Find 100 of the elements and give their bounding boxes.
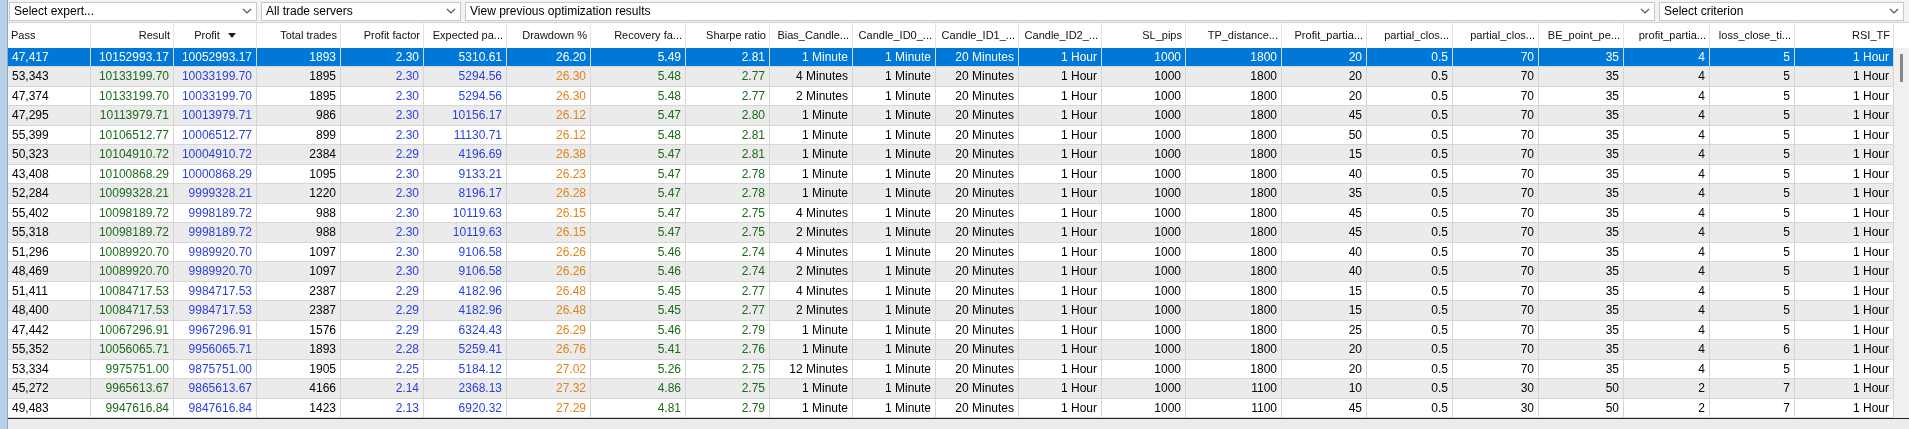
table-cell: 70 bbox=[1453, 359, 1539, 378]
table-row[interactable]: 52,284 10099328.21 9999328.21 1220 2.30 8196.17 26.28 5.47 2.78 1 Minute 1 Minute 20 Minutes 1 Hour 1000 1800 35 0.5 70 35 4 5 1 Hour bbox=[8, 184, 1894, 204]
table-cell: 45 bbox=[1282, 223, 1367, 242]
table-row[interactable]: 51,411 10084717.53 9984717.53 2387 2.29 4182.96 26.48 5.45 2.77 4 Minutes 1 Minute 20 Minutes 1 Hour 1000 1800 15 0.5 70 35 4 5 1 Hour bbox=[8, 281, 1894, 301]
column-header[interactable]: Candle_ID1_... bbox=[936, 23, 1019, 48]
column-header[interactable]: BE_point_pe... bbox=[1539, 23, 1624, 48]
column-header[interactable]: Total trades bbox=[257, 23, 341, 48]
table-cell: 70 bbox=[1453, 203, 1539, 222]
table-row[interactable]: 48,400 10084717.53 9984717.53 2387 2.29 4182.96 26.48 5.45 2.77 2 Minutes 1 Minute 20 Minutes 1 Hour 1000 1800 15 0.5 70 35 4 5 1 Hour bbox=[8, 301, 1894, 321]
table-cell: 10113979.71 bbox=[91, 106, 174, 125]
dropdown[interactable]: View previous optimization results bbox=[465, 1, 1655, 21]
table-row[interactable]: 47,295 10113979.71 10013979.71 986 2.30 10156.17 26.12 5.47 2.80 1 Minute 1 Minute 20 Minutes 1 Hour 1000 1800 45 0.5 70 35 4 5 1 Hour bbox=[8, 106, 1894, 126]
table-cell: 20 Minutes bbox=[936, 203, 1019, 222]
table-cell: 4 bbox=[1624, 67, 1710, 86]
table-cell: 48,469 bbox=[8, 262, 91, 281]
column-header[interactable]: Result bbox=[91, 23, 174, 48]
table-cell: 5.47 bbox=[591, 145, 686, 164]
table-cell: 26.48 bbox=[507, 301, 591, 320]
table-cell: 1800 bbox=[1186, 125, 1282, 144]
table-cell: 5 bbox=[1710, 86, 1795, 105]
table-row[interactable]: 48,469 10089920.70 9989920.70 1097 2.30 9106.58 26.26 5.46 2.74 2 Minutes 1 Minute 20 Minutes 1 Hour 1000 1800 40 0.5 70 35 4 5 1 Hour bbox=[8, 262, 1894, 282]
table-cell: 2368.13 bbox=[424, 379, 507, 398]
dropdown[interactable]: All trade servers bbox=[261, 1, 461, 21]
table-row[interactable]: 53,343 10133199.70 10033199.70 1895 2.30 5294.56 26.30 5.48 2.77 4 Minutes 1 Minute 20 Minutes 1 Hour 1000 1800 20 0.5 70 35 4 5 1 Hour bbox=[8, 67, 1894, 87]
column-header[interactable]: Profit factor bbox=[341, 23, 424, 48]
side-panel-tab[interactable] bbox=[0, 0, 8, 429]
column-header[interactable]: Pass bbox=[8, 23, 91, 48]
table-cell: 26.12 bbox=[507, 106, 591, 125]
table-cell: 5.47 bbox=[591, 106, 686, 125]
table-cell: 4 Minutes bbox=[770, 281, 853, 300]
chevron-down-icon bbox=[446, 8, 456, 14]
table-cell: 1000 bbox=[1102, 164, 1186, 183]
column-header[interactable]: Bias_Candle... bbox=[770, 23, 853, 48]
table-cell: 10100868.29 bbox=[91, 164, 174, 183]
table-row[interactable]: 55,352 10056065.71 9956065.71 1893 2.28 5259.41 26.76 5.41 2.76 1 Minute 1 Minute 20 Minutes 1 Hour 1000 1800 20 0.5 70 35 4 6 1 Hour bbox=[8, 340, 1894, 360]
column-header[interactable]: Candle_ID0_... bbox=[853, 23, 936, 48]
dropdown[interactable]: Select expert... bbox=[9, 1, 257, 21]
table-cell: 35 bbox=[1539, 320, 1624, 339]
column-header[interactable]: Expected pa... bbox=[424, 23, 507, 48]
dropdown[interactable]: Select criterion bbox=[1659, 1, 1904, 21]
column-header[interactable]: partial_clos... bbox=[1453, 23, 1539, 48]
column-header[interactable]: Profit bbox=[174, 23, 257, 48]
table-cell: 10084717.53 bbox=[91, 281, 174, 300]
table-row[interactable]: 47,374 10133199.70 10033199.70 1895 2.30 5294.56 26.30 5.48 2.77 2 Minutes 1 Minute 20 Minutes 1 Hour 1000 1800 20 0.5 70 35 4 5 1 Hour bbox=[8, 86, 1894, 106]
table-cell: 26.15 bbox=[507, 223, 591, 242]
table-cell: 1000 bbox=[1102, 379, 1186, 398]
table-cell: 4 bbox=[1624, 125, 1710, 144]
table-cell: 20 bbox=[1282, 340, 1367, 359]
table-cell: 2387 bbox=[257, 281, 341, 300]
table-row[interactable]: 43,408 10100868.29 10000868.29 1095 2.30 9133.21 26.23 5.47 2.78 1 Minute 1 Minute 20 Minutes 1 Hour 1000 1800 40 0.5 70 35 4 5 1 Hour bbox=[8, 164, 1894, 184]
table-cell: 1 Hour bbox=[1019, 184, 1102, 203]
table-row[interactable]: 47,442 10067296.91 9967296.91 1576 2.29 6324.43 26.29 5.46 2.79 1 Minute 1 Minute 20 Minutes 1 Hour 1000 1800 25 0.5 70 35 4 5 1 Hour bbox=[8, 320, 1894, 340]
table-row[interactable]: 51,296 10089920.70 9989920.70 1097 2.30 9106.58 26.26 5.46 2.74 4 Minutes 1 Minute 20 Minutes 1 Hour 1000 1800 40 0.5 70 35 4 5 1 Hour bbox=[8, 242, 1894, 262]
table-cell: 10098189.72 bbox=[91, 203, 174, 222]
table-cell: 2.77 bbox=[686, 281, 770, 300]
column-header[interactable]: Profit_partia... bbox=[1282, 23, 1367, 48]
table-row[interactable]: 55,402 10098189.72 9998189.72 988 2.30 10119.63 26.15 5.47 2.75 4 Minutes 1 Minute 20 Minutes 1 Hour 1000 1800 45 0.5 70 35 4 5 1 Hour bbox=[8, 203, 1894, 223]
table-cell: 1000 bbox=[1102, 281, 1186, 300]
table-row[interactable]: 55,318 10098189.72 9998189.72 988 2.30 10119.63 26.15 5.47 2.75 2 Minutes 1 Minute 20 Minutes 1 Hour 1000 1800 45 0.5 70 35 4 5 1 Hour bbox=[8, 223, 1894, 243]
table-cell: 2.75 bbox=[686, 223, 770, 242]
table-cell: 5 bbox=[1710, 67, 1795, 86]
table-cell: 4.86 bbox=[591, 379, 686, 398]
table-cell: 0.5 bbox=[1367, 47, 1453, 66]
table-cell: 70 bbox=[1453, 184, 1539, 203]
column-header[interactable]: TP_distance... bbox=[1186, 23, 1282, 48]
table-cell: 1 Hour bbox=[1019, 125, 1102, 144]
table-cell: 1 Minute bbox=[853, 242, 936, 261]
table-cell: 0.5 bbox=[1367, 106, 1453, 125]
column-header[interactable]: loss_close_ti... bbox=[1710, 23, 1795, 48]
table-cell: 1800 bbox=[1186, 242, 1282, 261]
column-header[interactable]: SL_pips bbox=[1102, 23, 1186, 48]
table-cell: 9106.58 bbox=[424, 242, 507, 261]
column-header[interactable]: Candle_ID2_... bbox=[1019, 23, 1102, 48]
table-cell: 4166 bbox=[257, 379, 341, 398]
column-header[interactable]: Drawdown % bbox=[507, 23, 591, 48]
table-row[interactable]: 55,399 10106512.77 10006512.77 899 2.30 11130.71 26.12 5.48 2.81 1 Minute 1 Minute 20 Minutes 1 Hour 1000 1800 50 0.5 70 35 4 5 1 Hour bbox=[8, 125, 1894, 145]
table-cell: 27.02 bbox=[507, 359, 591, 378]
column-header[interactable]: profit_partia... bbox=[1624, 23, 1710, 48]
scrollbar-thumb[interactable] bbox=[1900, 54, 1903, 82]
table-cell: 1 Hour bbox=[1019, 379, 1102, 398]
scrollbar[interactable] bbox=[1894, 48, 1909, 418]
table-cell: 1 Minute bbox=[853, 301, 936, 320]
table-cell: 20 Minutes bbox=[936, 320, 1019, 339]
table-row[interactable]: 47,417 10152993.17 10052993.17 1893 2.30 5310.61 26.20 5.49 2.81 1 Minute 1 Minute 20 Minutes 1 Hour 1000 1800 20 0.5 70 35 4 5 1 Hour bbox=[8, 47, 1894, 67]
table-row[interactable]: 53,334 9975751.00 9875751.00 1905 2.25 5184.12 27.02 5.26 2.75 12 Minutes 1 Minute 20 Minutes 1 Hour 1000 1800 20 0.5 70 35 4 5 1 Hour bbox=[8, 359, 1894, 379]
table-row[interactable]: 50,323 10104910.72 10004910.72 2384 2.29 4196.69 26.38 5.47 2.81 1 Minute 1 Minute 20 Minutes 1 Hour 1000 1800 15 0.5 70 35 4 5 1 Hour bbox=[8, 145, 1894, 165]
column-header[interactable]: RSI_TF bbox=[1795, 23, 1894, 48]
table-cell: 20 Minutes bbox=[936, 145, 1019, 164]
table-row[interactable]: 45,272 9965613.67 9865613.67 4166 2.14 2368.13 27.32 4.86 2.75 1 Minute 1 Minute 20 Minutes 1 Hour 1000 1100 10 0.5 30 50 2 7 1 Hour bbox=[8, 379, 1894, 399]
table-cell: 1097 bbox=[257, 262, 341, 281]
table-row[interactable]: 49,483 9947616.84 9847616.84 1423 2.13 6920.32 27.29 4.81 2.79 1 Minute 1 Minute 20 Minutes 1 Hour 1000 1100 45 0.5 30 50 2 7 1 Hour bbox=[8, 398, 1894, 418]
table-cell: 35 bbox=[1539, 184, 1624, 203]
column-header[interactable]: Sharpe ratio bbox=[686, 23, 770, 48]
table-cell: 1 Hour bbox=[1019, 47, 1102, 66]
column-header[interactable]: Recovery fa... bbox=[591, 23, 686, 48]
table-cell: 10089920.70 bbox=[91, 242, 174, 261]
column-header[interactable]: partial_clos... bbox=[1367, 23, 1453, 48]
table-cell: 1000 bbox=[1102, 86, 1186, 105]
table-cell: 20 bbox=[1282, 67, 1367, 86]
table-cell: 10006512.77 bbox=[174, 125, 257, 144]
